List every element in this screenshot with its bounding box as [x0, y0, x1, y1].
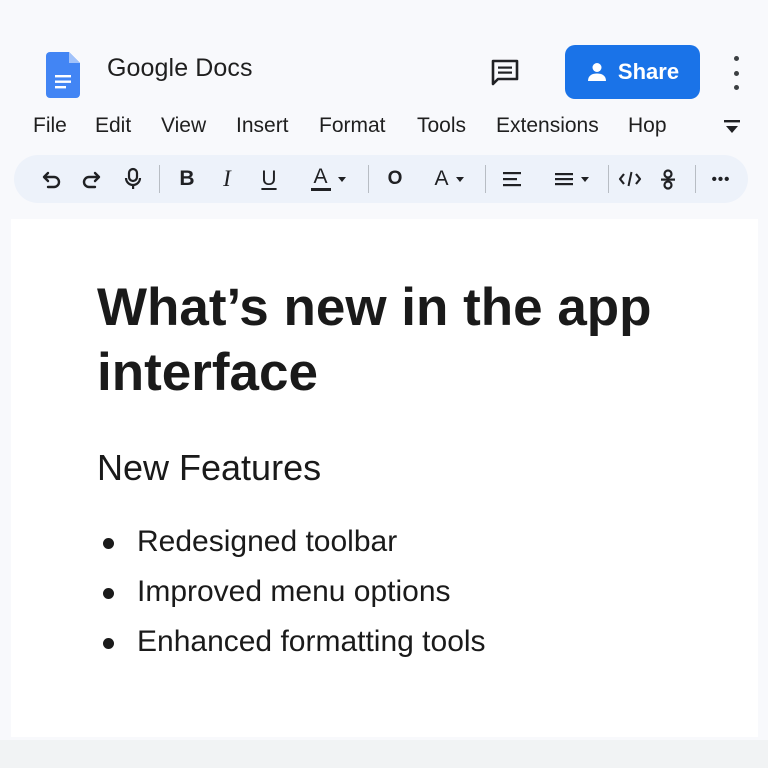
font-color-label: A [434, 167, 449, 190]
person-icon [587, 63, 606, 81]
strikethrough-button[interactable] [655, 155, 681, 203]
bullet-icon [103, 638, 114, 649]
chevron-down-icon [455, 176, 464, 182]
underline-button[interactable]: U [256, 155, 282, 203]
list-item: Improved menu options [97, 572, 486, 622]
strikethrough-icon [661, 169, 675, 190]
list-item-text: Improved menu options [137, 575, 451, 608]
toolbar-divider [608, 165, 609, 193]
menu-help[interactable]: Hop [628, 114, 667, 138]
voice-icon [124, 167, 142, 189]
bold-button[interactable]: B [174, 155, 200, 203]
toolbar-divider [695, 165, 696, 193]
list-button[interactable] [548, 155, 594, 203]
highlight-button[interactable]: O [384, 155, 406, 203]
document-heading: New Features [97, 447, 322, 488]
align-left-button[interactable] [499, 155, 525, 203]
menu-extensions[interactable]: Extensions [496, 114, 599, 138]
share-label: Share [617, 59, 680, 84]
app-title: Google Docs [107, 54, 253, 82]
font-color-button[interactable]: A [424, 155, 474, 203]
chevron-down-icon [337, 176, 346, 182]
color-bar [310, 188, 331, 191]
text-color-label: A [313, 165, 328, 188]
share-button[interactable]: Share [565, 45, 700, 99]
align-left-icon [503, 172, 521, 187]
italic-button[interactable]: I [214, 155, 240, 203]
code-button[interactable] [617, 155, 643, 203]
comment-button[interactable] [486, 54, 524, 92]
bottom-strip [0, 740, 768, 768]
toolbar-divider [368, 165, 369, 193]
voice-typing-button[interactable] [120, 155, 146, 203]
menu-edit[interactable]: Edit [95, 114, 131, 138]
list-item-text: Enhanced formatting tools [137, 625, 486, 658]
docs-logo-icon[interactable] [46, 52, 80, 98]
top-bar: Google Docs Share [0, 0, 768, 108]
menu-bar: File Edit View Insert Format Tools Exten… [0, 112, 768, 142]
formatting-toolbar: B I U A O A ••• [14, 155, 748, 203]
redo-icon [82, 171, 101, 189]
comment-icon [491, 59, 519, 86]
menu-format[interactable]: Format [319, 114, 386, 138]
menu-file[interactable]: File [33, 114, 67, 138]
menu-insert[interactable]: Insert [236, 114, 289, 138]
list-item: Enhanced formatting tools [97, 622, 486, 672]
list-item-text: Redesigned toolbar [137, 525, 398, 558]
document-page[interactable]: What’s new in the app interface New Feat… [11, 219, 758, 737]
bullet-icon [103, 588, 114, 599]
menu-view[interactable]: View [161, 114, 206, 138]
undo-icon [42, 171, 61, 189]
toolbar-divider [485, 165, 486, 193]
undo-button[interactable] [38, 155, 66, 203]
redo-button[interactable] [77, 155, 105, 203]
toolbar-divider [159, 165, 160, 193]
more-options-button[interactable]: ••• [704, 155, 738, 203]
bullet-icon [103, 538, 114, 549]
list-icon [554, 173, 573, 186]
text-color-button[interactable]: A [302, 155, 354, 203]
list-item: Redesigned toolbar [97, 522, 486, 572]
bullet-list: Redesigned toolbar Improved menu options… [97, 522, 486, 672]
chevron-down-icon [580, 176, 589, 182]
document-title: What’s new in the app interface [97, 278, 652, 402]
collapse-menu-icon[interactable] [722, 118, 742, 136]
menu-tools[interactable]: Tools [417, 114, 466, 138]
code-icon [618, 171, 642, 187]
more-vert-icon[interactable] [724, 56, 748, 90]
